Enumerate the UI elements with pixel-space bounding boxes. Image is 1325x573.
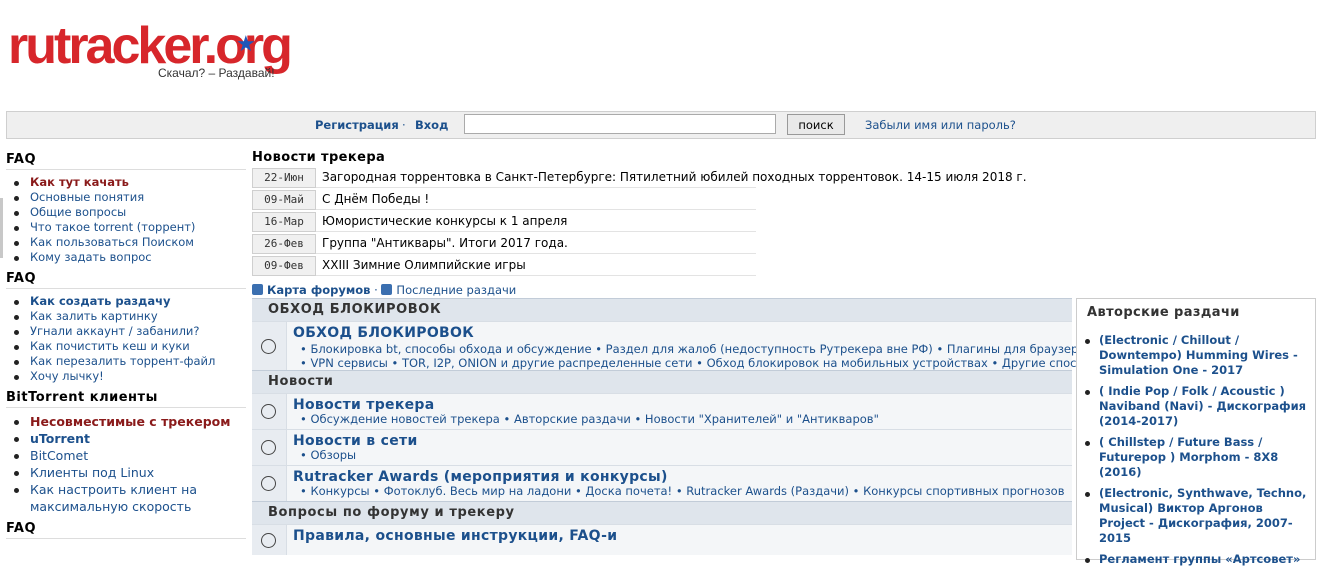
news-text[interactable]: С Днём Победы !	[322, 192, 429, 206]
separator: ·	[374, 283, 378, 297]
rss-icon	[381, 284, 393, 295]
category-title[interactable]: ОБХОД БЛОКИРОВОК	[268, 302, 441, 317]
subforum-links[interactable]: • Блокировка bt, способы обхода и обсужд…	[300, 342, 1092, 357]
sidebar-item-line: максимальную скорость	[30, 499, 192, 514]
sidebar-item[interactable]: Как перезалить торрент-файл	[6, 354, 246, 369]
forum-icon	[252, 466, 287, 501]
sidebar-item[interactable]: uTorrent	[6, 430, 246, 447]
sidebar-item[interactable]: Как создать раздачу	[6, 294, 246, 309]
news-text[interactable]: XXIII Зимние Олимпийские игры	[322, 258, 526, 272]
news-date: 09-Фев	[252, 256, 316, 276]
news-title: Новости трекера	[252, 150, 386, 165]
forum-title[interactable]: Rutracker Awards (мероприятия и конкурсы…	[293, 469, 668, 485]
forum-icon	[252, 430, 287, 465]
subforum-links[interactable]: • Конкурсы • Фотоклуб. Весь мир на ладон…	[300, 484, 1065, 499]
news-item[interactable]: 26-Фев Группа "Антиквары". Итоги 2017 го…	[252, 234, 862, 254]
sidebar-item[interactable]: BitComet	[6, 447, 246, 464]
login-bar: Регистрация · Вход поиск Забыли имя или …	[6, 111, 1316, 139]
news-item[interactable]: 09-Фев XXIII Зимние Олимпийские игры	[252, 256, 862, 276]
sidebar-list: Как тут качать Основные понятия Общие во…	[6, 175, 246, 265]
sidebar-item[interactable]: Несовместимые с трекером	[6, 413, 246, 430]
author-releases-box: Авторские раздачи (Electronic / Chillout…	[1076, 298, 1316, 566]
forum-category[interactable]: ОБХОД БЛОКИРОВОК	[252, 298, 1072, 321]
left-edge-handle	[0, 198, 3, 258]
search-button[interactable]: поиск	[787, 114, 845, 135]
forum-title[interactable]: Новости в сети	[293, 433, 418, 449]
forum-row[interactable]: Rutracker Awards (мероприятия и конкурсы…	[252, 465, 1072, 501]
rss-icon	[252, 284, 263, 295]
sidebar-item[interactable]: Что такое torrent (торрент)	[6, 220, 246, 235]
left-sidebar: FAQ Как тут качать Основные понятия Общи…	[6, 152, 246, 539]
forum-icon	[252, 322, 287, 370]
site-logo[interactable]: rutracker.org ★ Скачал? – Раздавай!	[8, 18, 338, 88]
sidebar-section-title: FAQ	[6, 152, 246, 170]
forum-row[interactable]: Правила, основные инструкции, FAQ-и	[252, 524, 1072, 555]
forum-title[interactable]: Правила, основные инструкции, FAQ-и	[293, 528, 617, 544]
author-release-item[interactable]: (Electronic / Chillout / Downtempo) Humm…	[1077, 333, 1307, 378]
news-date: 09-Май	[252, 190, 316, 210]
subforum-links[interactable]: • Обзоры	[300, 448, 356, 463]
sidebar-item[interactable]: Клиенты под Linux	[6, 464, 246, 481]
forum-category[interactable]: Новости	[252, 370, 1072, 393]
forum-title[interactable]: Новости трекера	[293, 397, 435, 413]
sidebar-item[interactable]: Угнали аккаунт / забанили?	[6, 324, 246, 339]
sidebar-section-title: BitTorrent клиенты	[6, 390, 246, 408]
forum-row[interactable]: Новости трекера • Обсуждение новостей тр…	[252, 393, 1072, 429]
login-link[interactable]: Вход	[415, 118, 448, 132]
news-item[interactable]: 09-Май С Днём Победы !	[252, 190, 862, 210]
sidebar-section-title: FAQ	[6, 271, 246, 289]
forum-category[interactable]: Вопросы по форуму и трекеру	[252, 501, 1072, 524]
sidebar-item[interactable]: Хочу лычку!	[6, 369, 246, 384]
sidebar-item[interactable]: Как тут качать	[6, 175, 246, 190]
forum-icon	[252, 525, 287, 555]
search-input[interactable]	[464, 114, 776, 134]
news-item[interactable]: 16-Мар Юмористические конкурсы к 1 апрел…	[252, 212, 862, 232]
sidebar-item[interactable]: Как залить картинку	[6, 309, 246, 324]
news-date: 26-Фев	[252, 234, 316, 254]
news-date: 22-Июн	[252, 168, 316, 188]
sidebar-item[interactable]: Как почистить кеш и куки	[6, 339, 246, 354]
forgot-password-link[interactable]: Забыли имя или пароль?	[865, 118, 1016, 132]
news-date: 16-Мар	[252, 212, 316, 232]
category-title[interactable]: Новости	[268, 374, 334, 389]
sidebar-item[interactable]: Основные понятия	[6, 190, 246, 205]
sidebar-item[interactable]: Как пользоваться Поиском	[6, 235, 246, 250]
author-releases-list: (Electronic / Chillout / Downtempo) Humm…	[1077, 333, 1307, 573]
forum-row[interactable]: ОБХОД БЛОКИРОВОК • Блокировка bt, способ…	[252, 321, 1100, 370]
author-release-item[interactable]: ( Chillstep / Future Bass / Futurepop ) …	[1077, 435, 1307, 480]
forum-icon	[252, 394, 287, 429]
sidebar-section-title: FAQ	[6, 521, 246, 539]
sidebar-item[interactable]: Кому задать вопрос	[6, 250, 246, 265]
forum-map-link[interactable]: Карта форумов	[267, 283, 370, 297]
author-release-item[interactable]: ( Indie Pop / Folk / Acoustic ) Naviband…	[1077, 384, 1307, 429]
register-link[interactable]: Регистрация	[315, 118, 399, 132]
author-release-item[interactable]: (Electronic, Synthwave, Techno, Musical)…	[1077, 486, 1307, 546]
separator: ·	[402, 118, 406, 132]
news-item[interactable]: 22-Июн Загородная торрентовка в Санкт-Пе…	[252, 168, 1027, 188]
subforum-links[interactable]: • Обсуждение новостей трекера • Авторски…	[300, 412, 879, 427]
star-icon: ★	[236, 32, 256, 57]
forum-title[interactable]: ОБХОД БЛОКИРОВОК	[293, 325, 474, 341]
forum-links: Карта форумов · Последние раздачи	[252, 283, 516, 297]
logo-slogan: Скачал? – Раздавай!	[158, 66, 275, 80]
recent-torrents-link[interactable]: Последние раздачи	[396, 283, 516, 297]
sidebar-list: Как создать раздачу Как залить картинку …	[6, 294, 246, 384]
sidebar-item[interactable]: Как настроить клиент на максимальную скор…	[6, 481, 246, 515]
category-title[interactable]: Вопросы по форуму и трекеру	[268, 505, 515, 520]
sidebar-item-line: Как настроить клиент на	[30, 482, 197, 497]
news-text[interactable]: Юмористические конкурсы к 1 апреля	[322, 214, 567, 228]
subforum-links[interactable]: • VPN сервисы • TOR, I2P, ONION и другие…	[300, 356, 1100, 371]
sidebar-item[interactable]: Общие вопросы	[6, 205, 246, 220]
news-text[interactable]: Группа "Антиквары". Итоги 2017 года.	[322, 236, 568, 250]
sidebar-list: Несовместимые с трекером uTorrent BitCom…	[6, 413, 246, 515]
forum-table: ОБХОД БЛОКИРОВОК ОБХОД БЛОКИРОВОК • Блок…	[252, 298, 1100, 558]
news-text[interactable]: Загородная торрентовка в Санкт-Петербург…	[322, 170, 1027, 184]
author-releases-title: Авторские раздачи	[1087, 305, 1240, 320]
forum-row[interactable]: Новости в сети • Обзоры	[252, 429, 1072, 465]
author-release-item[interactable]: Регламент группы «Артсовет»	[1077, 552, 1307, 567]
